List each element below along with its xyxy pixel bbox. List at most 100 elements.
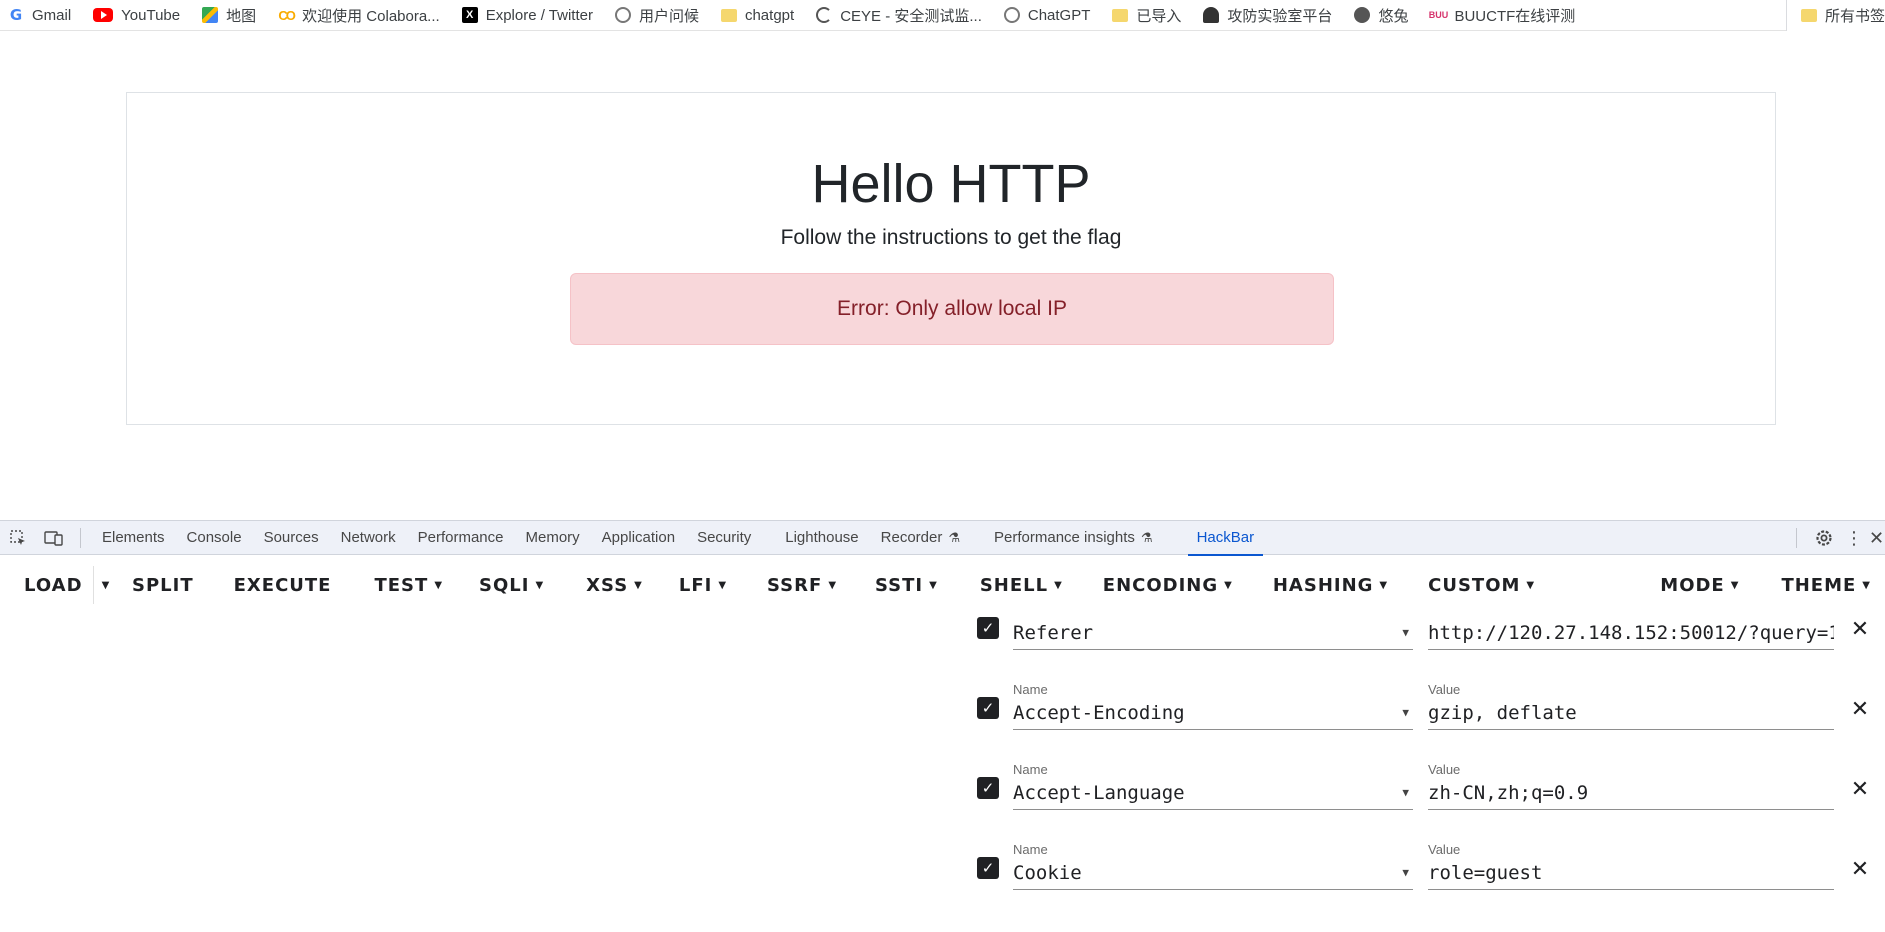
bookmark-item[interactable]: 用户问候: [614, 0, 699, 30]
tab-label: Elements: [102, 529, 165, 546]
close-devtools-icon[interactable]: ✕: [1869, 521, 1885, 555]
header-value-text: gzip, deflate: [1428, 701, 1577, 724]
header-value-field[interactable]: gzip, deflate: [1428, 696, 1834, 730]
shell-menu[interactable]: SHELL ▼: [980, 566, 1063, 604]
all-bookmarks-button[interactable]: 所有书签: [1785, 0, 1885, 31]
load-options-caret-icon[interactable]: ▼: [94, 566, 118, 604]
hashing-menu[interactable]: HASHING ▼: [1273, 566, 1388, 604]
inspect-element-icon[interactable]: [0, 521, 36, 555]
bookmark-item[interactable]: ChatGPT: [1003, 0, 1091, 30]
more-options-icon[interactable]: ⋮: [1839, 521, 1869, 555]
caret-down-icon: ▼: [718, 579, 728, 591]
bookmark-label: 悠兔: [1378, 7, 1409, 25]
tab-security[interactable]: Security: [686, 521, 762, 555]
header-enabled-checkbox[interactable]: ✓: [977, 617, 999, 639]
tab-recorder[interactable]: Recorder ⚗: [870, 521, 971, 555]
custom-menu[interactable]: CUSTOM ▼: [1428, 566, 1535, 604]
remove-header-icon[interactable]: ✕: [1848, 776, 1872, 801]
caret-down-icon: ▼: [1862, 579, 1871, 591]
menu-label: CUSTOM: [1428, 574, 1521, 596]
test-menu[interactable]: TEST ▼: [374, 566, 443, 604]
caret-down-icon: ▼: [634, 579, 643, 591]
toolbar-divider: [80, 527, 81, 548]
xss-menu[interactable]: XSS ▼: [586, 566, 643, 604]
device-toolbar-icon[interactable]: [36, 521, 72, 555]
tab-network[interactable]: Network: [330, 521, 407, 555]
header-row: Name Value ✓ Accept-Encoding ▼ gzip, deflate ✕: [0, 682, 1885, 772]
bookmark-label: 用户问候: [638, 7, 699, 25]
lfi-menu[interactable]: LFI ▼: [679, 566, 727, 604]
ceye-icon: [816, 7, 833, 23]
bookmark-item[interactable]: 已导入: [1112, 0, 1182, 30]
bookmark-label: chatgpt: [744, 6, 795, 24]
settings-gear-icon[interactable]: [1809, 521, 1839, 555]
header-value-text: http://120.27.148.152:50012/?query=1: [1428, 621, 1834, 644]
header-row: Name Value ✓ Cookie ▼ role=guest ✕: [0, 842, 1885, 932]
dropdown-caret-icon[interactable]: ▼: [1402, 786, 1409, 799]
header-name-field[interactable]: Accept-Encoding ▼: [1013, 696, 1413, 730]
header-name-field[interactable]: Cookie ▼: [1013, 856, 1413, 890]
bookmark-item[interactable]: BUU BUUCTF在线评测: [1429, 0, 1576, 30]
tab-performance-insights[interactable]: Performance insights ⚗: [983, 521, 1164, 555]
chatgpt-icon: [614, 7, 631, 23]
execute-button[interactable]: EXECUTE: [234, 566, 332, 604]
tab-sources[interactable]: Sources: [253, 521, 330, 555]
header-value-text: zh-CN,zh;q=0.9: [1428, 781, 1589, 804]
tab-console[interactable]: Console: [176, 521, 253, 555]
tab-hackbar[interactable]: HackBar: [1186, 521, 1266, 556]
header-name-field[interactable]: Referer ▼: [1013, 616, 1413, 650]
bookmark-item[interactable]: 攻防实验室平台: [1203, 0, 1332, 30]
split-button[interactable]: SPLIT: [132, 566, 194, 604]
header-value-field[interactable]: zh-CN,zh;q=0.9: [1428, 776, 1834, 810]
caret-down-icon: ▼: [1224, 579, 1233, 591]
ssti-menu[interactable]: SSTI ▼: [875, 566, 938, 604]
header-enabled-checkbox[interactable]: ✓: [977, 697, 999, 719]
sqli-menu[interactable]: SQLI ▼: [479, 566, 544, 604]
bookmark-item[interactable]: CEYE - 安全测试监...: [816, 0, 982, 30]
bookmark-item[interactable]: chatgpt: [720, 0, 795, 30]
header-enabled-checkbox[interactable]: ✓: [977, 857, 999, 879]
chatgpt-icon: [1003, 7, 1020, 23]
encoding-menu[interactable]: ENCODING ▼: [1103, 566, 1233, 604]
bookmark-item[interactable]: G Gmail: [8, 0, 72, 30]
bookmark-item[interactable]: 地图: [202, 0, 256, 30]
tab-label: Memory: [525, 529, 580, 546]
caret-down-icon: ▼: [828, 579, 838, 591]
dropdown-caret-icon[interactable]: ▼: [1402, 706, 1409, 719]
bookmark-item[interactable]: CO 欢迎使用 Colabora...: [278, 0, 439, 30]
tab-application[interactable]: Application: [591, 521, 686, 555]
toolbar-divider: [1796, 528, 1797, 548]
bookmark-label: ChatGPT: [1027, 6, 1091, 24]
header-value-field[interactable]: role=guest: [1428, 856, 1834, 890]
dropdown-caret-icon[interactable]: ▼: [1402, 626, 1409, 639]
menu-label: HASHING: [1272, 574, 1374, 596]
devtools-tab-strip: Elements Console Sources Network Performance…: [0, 520, 1885, 556]
remove-header-icon[interactable]: ✕: [1848, 856, 1872, 881]
folder-icon: [1800, 9, 1817, 22]
theme-menu[interactable]: THEME ▼: [1781, 566, 1871, 604]
bookmark-item[interactable]: X Explore / Twitter: [461, 0, 593, 30]
bookmark-label: Gmail: [32, 6, 72, 24]
bookmark-item[interactable]: YouTube: [93, 0, 180, 30]
tab-lighthouse[interactable]: Lighthouse: [774, 521, 869, 555]
tab-label: Sources: [263, 529, 319, 546]
bookmark-item[interactable]: 悠兔: [1354, 0, 1409, 30]
remove-header-icon[interactable]: ✕: [1848, 616, 1872, 641]
tab-label: Console: [186, 529, 242, 546]
mode-menu[interactable]: MODE ▼: [1660, 566, 1739, 604]
header-value-field[interactable]: http://120.27.148.152:50012/?query=1: [1428, 616, 1834, 650]
header-name-field[interactable]: Accept-Language ▼: [1013, 776, 1413, 810]
hackbar-right-menus: MODE ▼ THEME ▼: [1660, 566, 1871, 604]
dropdown-caret-icon[interactable]: ▼: [1402, 866, 1409, 879]
load-button[interactable]: LOAD: [0, 566, 94, 604]
header-enabled-checkbox[interactable]: ✓: [977, 777, 999, 799]
tab-label: Security: [697, 529, 752, 546]
page-subtitle: Follow the instructions to get the flag: [780, 226, 1122, 249]
tab-elements[interactable]: Elements: [91, 521, 176, 555]
remove-header-icon[interactable]: ✕: [1848, 696, 1872, 721]
tab-memory[interactable]: Memory: [515, 521, 591, 555]
tab-performance[interactable]: Performance: [407, 521, 515, 555]
ssrf-menu[interactable]: SSRF ▼: [767, 566, 837, 604]
bookmark-label: 已导入: [1136, 7, 1182, 25]
globe-icon: [1354, 7, 1371, 23]
